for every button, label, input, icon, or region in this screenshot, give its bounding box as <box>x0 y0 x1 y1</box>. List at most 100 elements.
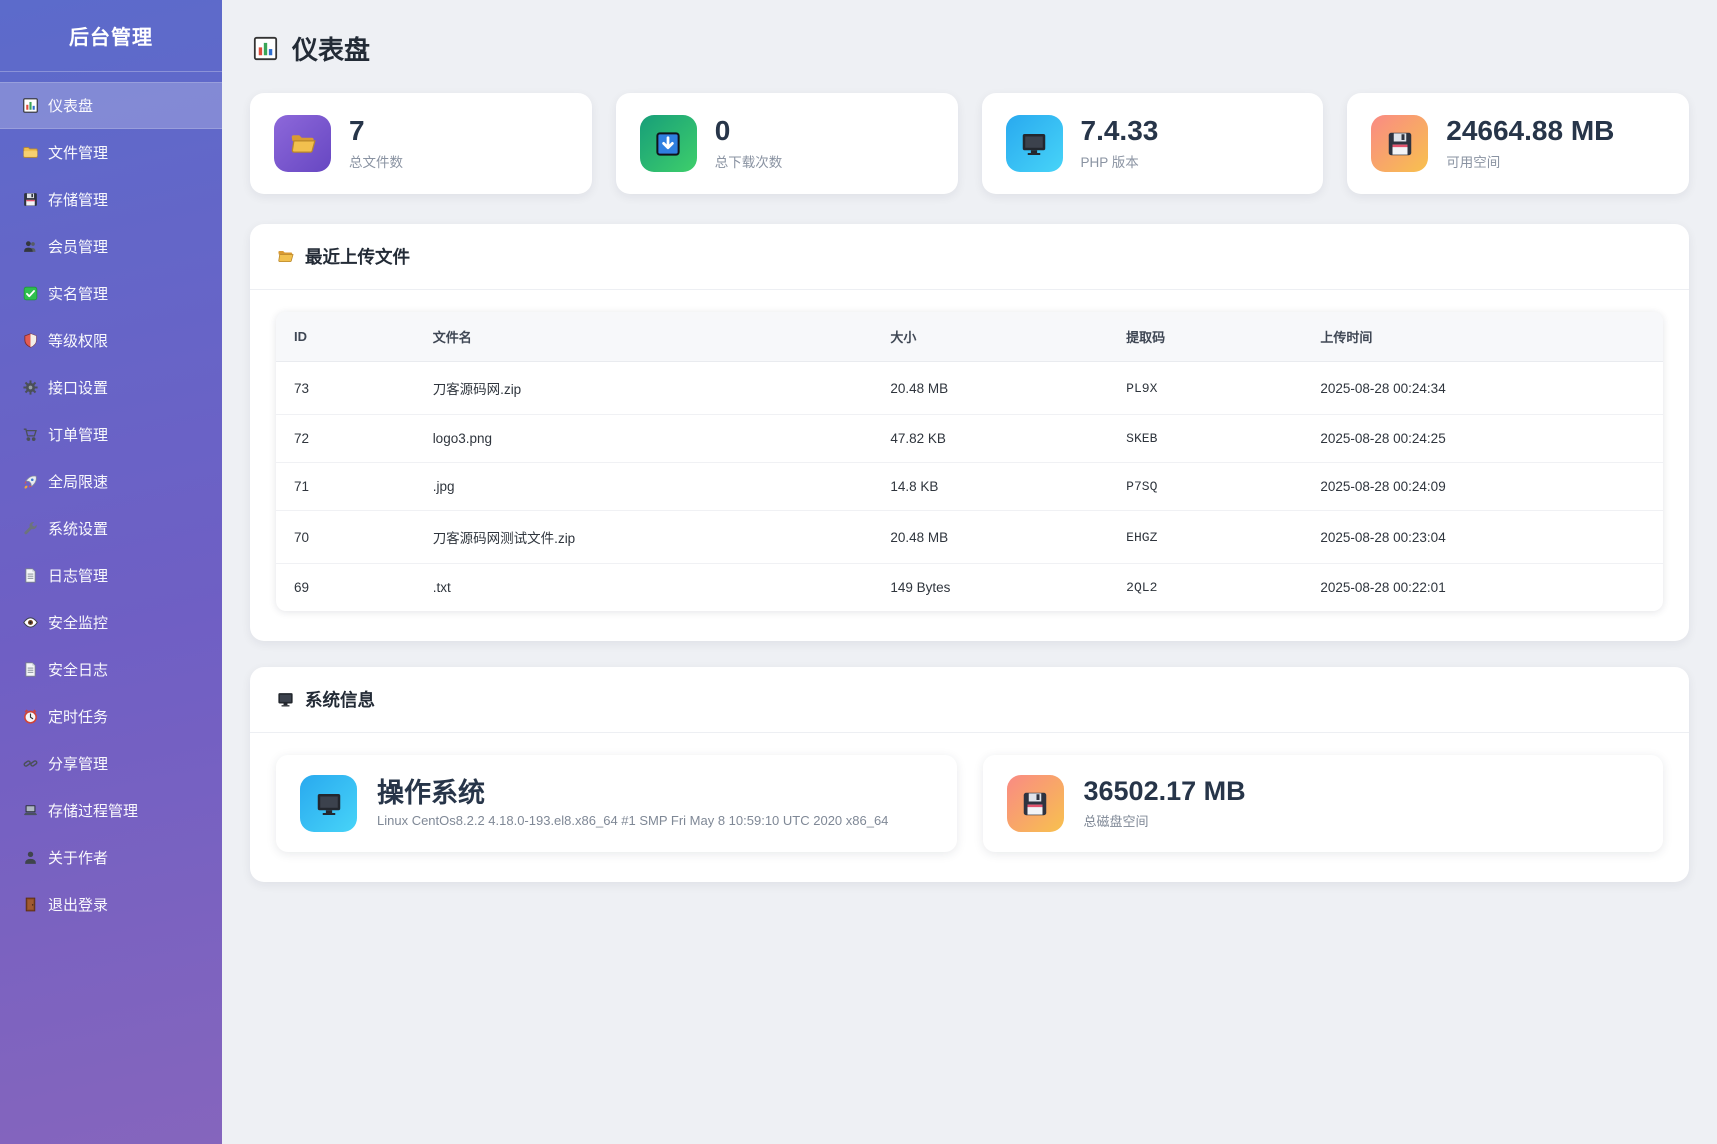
monitor-icon <box>1006 115 1063 172</box>
os-detail: Linux CentOs8.2.2 4.18.0-193.el8.x86_64 … <box>377 813 888 828</box>
system-info-panel: 系统信息 操作系统 Linux CentOs8.2.2 4.18.0-193.e… <box>250 667 1689 882</box>
stat-value: 7 <box>349 116 403 147</box>
cell-id: 70 <box>276 511 415 564</box>
stat-label: 总下载次数 <box>715 151 783 171</box>
sidebar-item-label: 仪表盘 <box>48 95 93 116</box>
sidebar-item-rate-limit[interactable]: 全局限速 <box>0 458 222 505</box>
recent-uploads-body: ID 文件名 大小 提取码 上传时间 73 刀客源码网.zip <box>250 290 1689 641</box>
sidebar-item-label: 存储过程管理 <box>48 800 138 821</box>
sidebar: 后台管理 仪表盘 文件管理 存储管理 会员管理 实名管理 <box>0 0 222 1144</box>
sidebar-item-label: 分享管理 <box>48 753 108 774</box>
column-header-code: 提取码 <box>1108 312 1302 362</box>
disk-total-value: 36502.17 MB <box>1084 777 1246 807</box>
recent-uploads-header: 最近上传文件 <box>250 224 1689 290</box>
sidebar-item-label: 接口设置 <box>48 377 108 398</box>
sidebar-item-label: 实名管理 <box>48 283 108 304</box>
stat-label: PHP 版本 <box>1081 151 1159 171</box>
disk-info-card: 36502.17 MB 总磁盘空间 <box>983 755 1664 852</box>
sidebar-item-realname[interactable]: 实名管理 <box>0 270 222 317</box>
sidebar-item-levels[interactable]: 等级权限 <box>0 317 222 364</box>
cell-upload-time: 2025-08-28 00:22:01 <box>1302 564 1663 612</box>
cell-upload-time: 2025-08-28 00:23:04 <box>1302 511 1663 564</box>
floppy-icon <box>22 191 39 208</box>
bar-chart-icon <box>252 35 279 62</box>
sidebar-item-orders[interactable]: 订单管理 <box>0 411 222 458</box>
download-icon <box>640 115 697 172</box>
cell-id: 72 <box>276 415 415 463</box>
table-header-row: ID 文件名 大小 提取码 上传时间 <box>276 312 1663 362</box>
person-icon <box>22 849 39 866</box>
sidebar-item-label: 定时任务 <box>48 706 108 727</box>
monitor-icon <box>300 775 357 832</box>
sidebar-item-files[interactable]: 文件管理 <box>0 129 222 176</box>
sidebar-item-api-settings[interactable]: 接口设置 <box>0 364 222 411</box>
cell-filename: 刀客源码网测试文件.zip <box>415 511 873 564</box>
cell-upload-time: 2025-08-28 00:24:09 <box>1302 463 1663 511</box>
stat-value: 24664.88 MB <box>1446 116 1614 147</box>
cell-id: 69 <box>276 564 415 612</box>
laptop-icon <box>22 802 39 819</box>
door-icon <box>22 896 39 913</box>
sidebar-nav: 仪表盘 文件管理 存储管理 会员管理 实名管理 等级权限 <box>0 72 222 928</box>
folder-icon <box>22 144 39 161</box>
sidebar-item-cron-tasks[interactable]: 定时任务 <box>0 693 222 740</box>
os-info-card: 操作系统 Linux CentOs8.2.2 4.18.0-193.el8.x8… <box>276 755 957 852</box>
sidebar-item-label: 全局限速 <box>48 471 108 492</box>
document-icon <box>22 567 39 584</box>
cell-upload-time: 2025-08-28 00:24:34 <box>1302 362 1663 415</box>
sidebar-item-members[interactable]: 会员管理 <box>0 223 222 270</box>
sidebar-item-label: 会员管理 <box>48 236 108 257</box>
page-header: 仪表盘 <box>252 30 1689 67</box>
cell-filename: .jpg <box>415 463 873 511</box>
sidebar-item-security-logs[interactable]: 安全日志 <box>0 646 222 693</box>
sidebar-item-logout[interactable]: 退出登录 <box>0 881 222 928</box>
sidebar-item-label: 关于作者 <box>48 847 108 868</box>
uploads-table-card: ID 文件名 大小 提取码 上传时间 73 刀客源码网.zip <box>276 312 1663 611</box>
sidebar-item-label: 订单管理 <box>48 424 108 445</box>
table-row: 69 .txt 149 Bytes 2QL2 2025-08-28 00:22:… <box>276 564 1663 612</box>
recent-uploads-title: 最近上传文件 <box>305 244 410 269</box>
table-row: 71 .jpg 14.8 KB P7SQ 2025-08-28 00:24:09 <box>276 463 1663 511</box>
system-info-title: 系统信息 <box>305 687 375 712</box>
users-icon <box>22 238 39 255</box>
column-header-size: 大小 <box>872 312 1108 362</box>
sidebar-item-logs[interactable]: 日志管理 <box>0 552 222 599</box>
floppy-icon <box>1007 775 1064 832</box>
cell-size: 14.8 KB <box>872 463 1108 511</box>
sidebar-item-label: 退出登录 <box>48 894 108 915</box>
open-folder-icon <box>276 247 295 266</box>
sidebar-item-about-author[interactable]: 关于作者 <box>0 834 222 881</box>
column-header-upload-time: 上传时间 <box>1302 312 1663 362</box>
sidebar-item-security-monitor[interactable]: 安全监控 <box>0 599 222 646</box>
cell-filename: logo3.png <box>415 415 873 463</box>
stats-row: 7 总文件数 0 总下载次数 7.4.33 PHP 版本 <box>250 93 1689 194</box>
cell-id: 71 <box>276 463 415 511</box>
cell-code: 2QL2 <box>1108 564 1302 612</box>
bar-chart-icon <box>22 97 39 114</box>
main-content: 仪表盘 7 总文件数 0 总下载次数 7.4.33 <box>222 0 1717 1144</box>
system-info-body: 操作系统 Linux CentOs8.2.2 4.18.0-193.el8.x8… <box>250 733 1689 882</box>
app-title: 后台管理 <box>0 0 222 72</box>
rocket-icon <box>22 473 39 490</box>
sidebar-item-dashboard[interactable]: 仪表盘 <box>0 82 222 129</box>
stat-card-php-version: 7.4.33 PHP 版本 <box>982 93 1324 194</box>
stat-label: 总文件数 <box>349 151 403 171</box>
alarm-clock-icon <box>22 708 39 725</box>
stat-value: 7.4.33 <box>1081 116 1159 147</box>
document-icon <box>22 661 39 678</box>
cell-code: EHGZ <box>1108 511 1302 564</box>
recent-uploads-panel: 最近上传文件 ID 文件名 大小 提取码 上传时间 <box>250 224 1689 641</box>
cell-id: 73 <box>276 362 415 415</box>
sidebar-item-storage[interactable]: 存储管理 <box>0 176 222 223</box>
shield-icon <box>22 332 39 349</box>
cell-code: SKEB <box>1108 415 1302 463</box>
cell-code: P7SQ <box>1108 463 1302 511</box>
sidebar-item-system-settings[interactable]: 系统设置 <box>0 505 222 552</box>
stat-label: 可用空间 <box>1446 151 1614 171</box>
page-title: 仪表盘 <box>292 30 370 67</box>
cell-size: 149 Bytes <box>872 564 1108 612</box>
floppy-icon <box>1371 115 1428 172</box>
stat-card-total-files: 7 总文件数 <box>250 93 592 194</box>
sidebar-item-stored-procedures[interactable]: 存储过程管理 <box>0 787 222 834</box>
sidebar-item-shares[interactable]: 分享管理 <box>0 740 222 787</box>
